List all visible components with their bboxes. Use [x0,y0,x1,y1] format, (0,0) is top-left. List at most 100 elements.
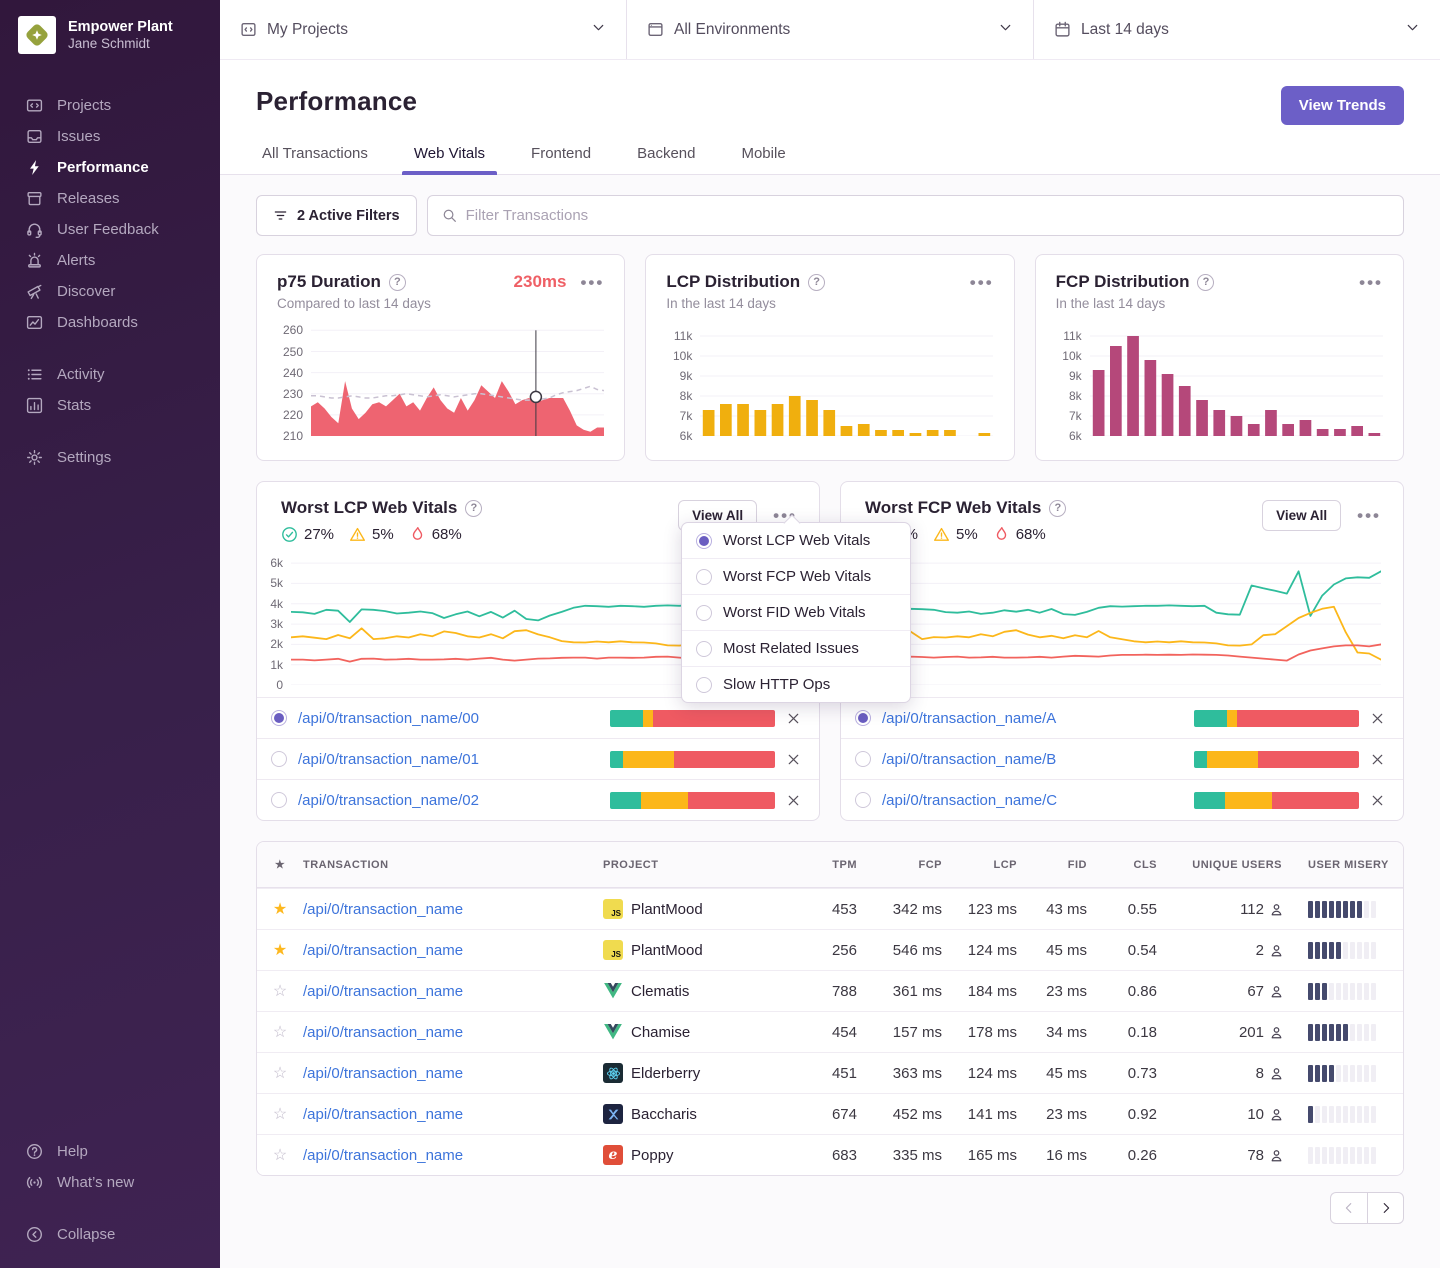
column-header-cls[interactable]: CLS [1103,859,1173,871]
column-header-project[interactable]: Project [603,859,793,871]
column-header-fid[interactable]: FID [1033,859,1103,871]
sidebar-collapse-button[interactable]: Collapse [0,1219,220,1250]
environment-selector[interactable]: All Environments [627,0,1034,59]
sidebar-item-issues[interactable]: Issues [0,121,220,152]
column-header-transaction[interactable]: Transaction [303,859,603,871]
table-row: ☆ /api/0/transaction_name Elderberry 451… [257,1052,1403,1093]
fire-icon [993,526,1010,543]
sidebar-item-label: Performance [57,159,149,176]
card-menu-ellipsis[interactable]: ••• [1359,274,1383,291]
sidebar-item-stats[interactable]: Stats [0,390,220,421]
radio-button[interactable] [271,792,287,808]
card-menu-ellipsis[interactable]: ••• [580,274,604,291]
sidebar-item-dashboards[interactable]: Dashboards [0,307,220,338]
sidebar-item-settings[interactable]: Settings [0,442,220,473]
card-menu-ellipsis[interactable]: ••• [1357,507,1381,524]
filter-icon [273,208,288,223]
transaction-link[interactable]: /api/0/transaction_name [303,983,603,1000]
discover-icon [25,283,43,301]
poor-stat: 68% [409,526,462,543]
sidebar-item-discover[interactable]: Discover [0,276,220,307]
help-question-icon[interactable]: ? [1197,274,1214,291]
radio-button[interactable] [271,710,287,726]
previous-page-button[interactable] [1330,1192,1367,1224]
sidebar-item-activity[interactable]: Activity [0,359,220,390]
transaction-link[interactable]: /api/0/transaction_name/A [882,710,1183,727]
chevron-down-icon [998,20,1013,40]
sidebar-item-label: Projects [57,97,111,114]
menu-item-most-related-issues[interactable]: Most Related Issues [682,630,910,666]
fcp-value: 363 ms [873,1065,958,1082]
active-filters-button[interactable]: 2 Active Filters [256,195,417,236]
next-page-button[interactable] [1367,1192,1404,1224]
user-misery-bar [1308,1147,1403,1164]
menu-item-worst-fid[interactable]: Worst FID Web Vitals [682,594,910,630]
close-icon[interactable] [1370,711,1385,726]
menu-item-worst-lcp[interactable]: Worst LCP Web Vitals [682,523,910,558]
star-header-icon[interactable]: ★ [257,858,303,871]
search-input[interactable] [466,207,1389,224]
column-header-tpm[interactable]: TPM [793,859,873,871]
transaction-link[interactable]: /api/0/transaction_name [303,1106,603,1123]
view-trends-button[interactable]: View Trends [1281,86,1404,125]
user-misery-cell [1298,1106,1403,1123]
help-question-icon[interactable]: ? [465,500,482,517]
sidebar-item-whats-new[interactable]: What’s new [0,1167,220,1198]
star-toggle[interactable]: ☆ [257,1022,303,1042]
date-range-selector[interactable]: Last 14 days [1034,0,1440,59]
transaction-link[interactable]: /api/0/transaction_name/00 [298,710,599,727]
tab-backend[interactable]: Backend [625,145,707,174]
column-header-lcp[interactable]: LCP [958,859,1033,871]
close-icon[interactable] [1370,752,1385,767]
transaction-link[interactable]: /api/0/transaction_name [303,942,603,959]
help-question-icon[interactable]: ? [808,274,825,291]
active-filters-label: 2 Active Filters [297,208,400,224]
tab-all-transactions[interactable]: All Transactions [250,145,380,174]
star-toggle[interactable]: ☆ [257,1145,303,1165]
close-icon[interactable] [786,711,801,726]
transaction-link[interactable]: /api/0/transaction_name [303,1024,603,1041]
star-toggle[interactable]: ☆ [257,1063,303,1083]
tab-web-vitals[interactable]: Web Vitals [402,145,497,174]
radio-button[interactable] [855,710,871,726]
sidebar-item-projects[interactable]: Projects [0,90,220,121]
transaction-link[interactable]: /api/0/transaction_name [303,1147,603,1164]
project-selector[interactable]: My Projects [220,0,627,59]
radio-button[interactable] [855,751,871,767]
star-toggle[interactable]: ☆ [257,981,303,1001]
sidebar-item-alerts[interactable]: Alerts [0,245,220,276]
close-icon[interactable] [1370,793,1385,808]
sidebar-item-user-feedback[interactable]: User Feedback [0,214,220,245]
tab-frontend[interactable]: Frontend [519,145,603,174]
transaction-link[interactable]: /api/0/transaction_name/C [882,792,1183,809]
help-question-icon[interactable]: ? [389,274,406,291]
transaction-link[interactable]: /api/0/transaction_name/02 [298,792,599,809]
menu-item-slow-http-ops[interactable]: Slow HTTP Ops [682,666,910,702]
column-header-unique-users[interactable]: Unique Users [1173,859,1298,871]
user-misery-cell [1298,1147,1403,1164]
sidebar-item-help[interactable]: Help [0,1136,220,1167]
help-question-icon[interactable]: ? [1049,500,1066,517]
card-menu-ellipsis[interactable]: ••• [970,274,994,291]
tab-mobile[interactable]: Mobile [729,145,797,174]
star-toggle[interactable]: ★ [257,899,303,919]
transaction-link[interactable]: /api/0/transaction_name [303,1065,603,1082]
column-header-user-misery[interactable]: User Misery [1298,859,1403,871]
view-all-button[interactable]: View All [1262,500,1341,531]
column-header-fcp[interactable]: FCP [873,859,958,871]
menu-item-worst-fcp[interactable]: Worst FCP Web Vitals [682,558,910,594]
fcp-value: 157 ms [873,1024,958,1041]
star-toggle[interactable]: ☆ [257,1104,303,1124]
broadcast-icon [25,1174,43,1192]
radio-button[interactable] [855,792,871,808]
close-icon[interactable] [786,752,801,767]
radio-button[interactable] [271,751,287,767]
transaction-link[interactable]: /api/0/transaction_name/01 [298,751,599,768]
transaction-link[interactable]: /api/0/transaction_name/B [882,751,1183,768]
org-switcher[interactable]: Empower Plant Jane Schmidt [0,16,220,54]
transaction-link[interactable]: /api/0/transaction_name [303,901,603,918]
star-toggle[interactable]: ★ [257,940,303,960]
sidebar-item-releases[interactable]: Releases [0,183,220,214]
sidebar-item-performance[interactable]: Performance [0,152,220,183]
close-icon[interactable] [786,793,801,808]
